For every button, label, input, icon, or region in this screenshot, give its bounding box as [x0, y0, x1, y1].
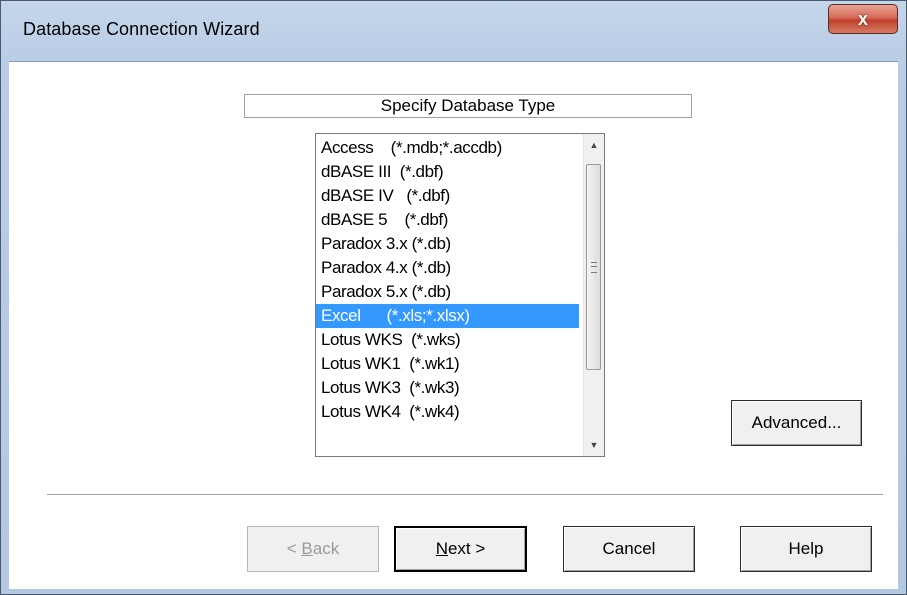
database-type-list[interactable]: Access (*.mdb;*.accdb) dBASE III (*.dbf) d… — [315, 133, 605, 457]
step-heading: Specify Database Type — [244, 94, 692, 118]
list-item[interactable]: Access (*.mdb;*.accdb) — [316, 136, 579, 160]
list-item[interactable]: Paradox 3.x (*.db) — [316, 232, 579, 256]
back-prefix: < — [286, 539, 302, 558]
close-button[interactable]: x — [828, 4, 898, 34]
next-rest: ext > — [447, 539, 486, 558]
list-item[interactable]: Lotus WK4 (*.wk4) — [316, 400, 579, 424]
back-button[interactable]: < Back — [247, 526, 379, 572]
list-item[interactable]: Lotus WKS (*.wks) — [316, 328, 579, 352]
list-item[interactable]: dBASE 5 (*.dbf) — [316, 208, 579, 232]
back-mnemonic: B — [301, 539, 313, 558]
grip-icon — [591, 262, 597, 273]
list-item[interactable]: dBASE III (*.dbf) — [316, 160, 579, 184]
back-rest: ack — [312, 539, 340, 558]
separator — [47, 494, 883, 496]
list-items: Access (*.mdb;*.accdb) dBASE III (*.dbf) d… — [316, 136, 579, 424]
list-item[interactable]: Excel (*.xls;*.xlsx) — [316, 304, 579, 328]
help-button[interactable]: Help — [740, 526, 872, 572]
title-bar[interactable]: Database Connection Wizard x — [1, 1, 906, 61]
next-button[interactable]: Next > — [394, 526, 527, 572]
scroll-down-icon[interactable]: ▼ — [584, 434, 604, 456]
scroll-thumb[interactable] — [586, 164, 601, 370]
list-item[interactable]: Paradox 5.x (*.db) — [316, 280, 579, 304]
next-mnemonic: N — [435, 539, 448, 558]
wizard-content: Specify Database Type Access (*.mdb;*.ac… — [9, 61, 898, 589]
cancel-button[interactable]: Cancel — [563, 526, 695, 572]
list-item[interactable]: Paradox 4.x (*.db) — [316, 256, 579, 280]
scroll-up-icon[interactable]: ▲ — [584, 134, 604, 156]
list-item[interactable]: Lotus WK3 (*.wk3) — [316, 376, 579, 400]
list-item[interactable]: dBASE IV (*.dbf) — [316, 184, 579, 208]
dialog-window: Database Connection Wizard x Specify Dat… — [0, 0, 907, 595]
window-title: Database Connection Wizard — [23, 19, 260, 39]
advanced-button[interactable]: Advanced... — [731, 400, 862, 446]
list-item[interactable]: Lotus WK1 (*.wk1) — [316, 352, 579, 376]
close-icon: x — [857, 8, 868, 29]
list-scrollbar[interactable]: ▲ ▼ — [583, 134, 604, 456]
